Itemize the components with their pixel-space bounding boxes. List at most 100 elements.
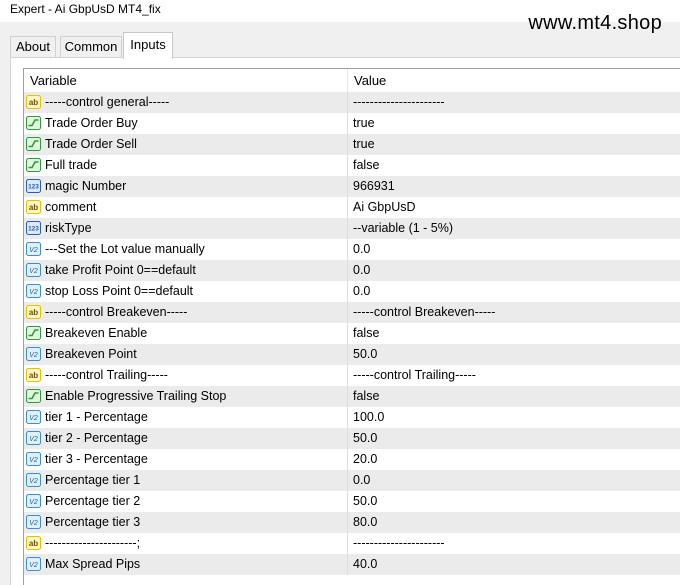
variable-name: Percentage tier 1 <box>45 473 141 487</box>
table-row[interactable]: ab comment Ai GbpUsD <box>24 197 680 218</box>
table-row[interactable]: ab -----control Trailing----- -----control… <box>24 365 680 386</box>
variable-cell: ab -----control Trailing----- <box>24 365 347 386</box>
svg-text:V2: V2 <box>29 352 38 359</box>
variable-cell: Trade Order Sell <box>24 134 347 155</box>
double-v2-icon: V2 <box>26 347 41 361</box>
table-row[interactable]: V2 Breakeven Point 50.0 <box>24 344 680 365</box>
column-divider[interactable] <box>347 69 348 92</box>
value-cell[interactable]: 0.0 <box>347 281 667 302</box>
svg-text:ab: ab <box>29 539 38 548</box>
double-v2-icon: V2 <box>26 494 41 508</box>
double-v2-icon: V2 <box>26 515 41 529</box>
variable-name: Breakeven Point <box>45 347 137 361</box>
table-row[interactable]: V2 tier 1 - Percentage 100.0 <box>24 407 680 428</box>
svg-text:ab: ab <box>29 371 38 380</box>
table-row[interactable]: V2 tier 3 - Percentage 20.0 <box>24 449 680 470</box>
value-cell[interactable]: true <box>347 134 667 155</box>
variable-cell: V2 Percentage tier 1 <box>24 470 347 491</box>
value-cell[interactable]: 0.0 <box>347 470 667 491</box>
value-cell[interactable]: 100.0 <box>347 407 667 428</box>
table-row[interactable]: V2 Max Spread Pips 40.0 <box>24 554 680 575</box>
svg-text:V2: V2 <box>29 247 38 254</box>
ab-string-icon: ab <box>26 536 41 550</box>
table-row[interactable]: 123 magic Number 966931 <box>24 176 680 197</box>
value-cell[interactable]: 50.0 <box>347 428 667 449</box>
variable-name: tier 1 - Percentage <box>45 410 148 424</box>
variable-cell: V2 Percentage tier 3 <box>24 512 347 533</box>
value-cell[interactable]: --variable (1 - 5%) <box>347 218 667 239</box>
table-row[interactable]: V2 ---Set the Lot value manually 0.0 <box>24 239 680 260</box>
table-row[interactable]: ab -----control general----- -------------… <box>24 92 680 113</box>
value-cell[interactable]: false <box>347 155 667 176</box>
value-cell[interactable]: 40.0 <box>347 554 667 575</box>
inputs-table: Variable Value ab -----control general---… <box>23 68 680 585</box>
table-row[interactable]: V2 take Profit Point 0==default 0.0 <box>24 260 680 281</box>
table-row[interactable]: Full trade false <box>24 155 680 176</box>
variable-name: Max Spread Pips <box>45 557 141 571</box>
column-header-value[interactable]: Value <box>354 69 386 92</box>
variable-name: tier 3 - Percentage <box>45 452 148 466</box>
value-cell[interactable]: 0.0 <box>347 239 667 260</box>
value-cell[interactable]: ---------------------- <box>347 533 667 554</box>
variable-name: ----------------------; <box>45 536 141 550</box>
table-row[interactable]: 123 riskType --variable (1 - 5%) <box>24 218 680 239</box>
value-cell[interactable]: -----control Trailing----- <box>347 365 667 386</box>
variable-cell: ab ----------------------; <box>24 533 347 554</box>
table-header: Variable Value <box>24 69 680 93</box>
svg-text:123: 123 <box>28 226 39 233</box>
variable-cell: Trade Order Buy <box>24 113 347 134</box>
variable-cell: V2 stop Loss Point 0==default <box>24 281 347 302</box>
value-cell[interactable]: 966931 <box>347 176 667 197</box>
value-cell[interactable]: 0.0 <box>347 260 667 281</box>
tab-inputs[interactable]: Inputs <box>123 32 173 59</box>
value-cell[interactable]: 80.0 <box>347 512 667 533</box>
variable-name: -----control Breakeven----- <box>45 305 188 319</box>
variable-name: take Profit Point 0==default <box>45 263 196 277</box>
value-cell[interactable]: 20.0 <box>347 449 667 470</box>
svg-text:ab: ab <box>29 203 38 212</box>
svg-text:V2: V2 <box>29 415 38 422</box>
svg-text:V2: V2 <box>29 520 38 527</box>
table-row[interactable]: Breakeven Enable false <box>24 323 680 344</box>
variable-cell: ab comment <box>24 197 347 218</box>
variable-name: stop Loss Point 0==default <box>45 284 194 298</box>
variable-cell: V2 Max Spread Pips <box>24 554 347 575</box>
value-cell[interactable]: 50.0 <box>347 491 667 512</box>
table-row[interactable]: Enable Progressive Trailing Stop false <box>24 386 680 407</box>
variable-name: -----control general----- <box>45 95 170 109</box>
table-row[interactable]: V2 Percentage tier 1 0.0 <box>24 470 680 491</box>
value-cell[interactable]: -----control Breakeven----- <box>347 302 667 323</box>
table-row[interactable]: Trade Order Buy true <box>24 113 680 134</box>
column-header-variable[interactable]: Variable <box>30 69 77 92</box>
table-row[interactable]: V2 Percentage tier 3 80.0 <box>24 512 680 533</box>
double-v2-icon: V2 <box>26 410 41 424</box>
value-cell[interactable]: true <box>347 113 667 134</box>
bool-icon <box>26 116 41 130</box>
table-body: ab -----control general----- -------------… <box>24 92 680 575</box>
variable-cell: V2 tier 1 - Percentage <box>24 407 347 428</box>
tab-about[interactable]: About <box>10 36 56 58</box>
value-cell[interactable]: ---------------------- <box>347 92 667 113</box>
tab-common[interactable]: Common <box>60 36 122 58</box>
value-cell[interactable]: false <box>347 386 667 407</box>
table-row[interactable]: Trade Order Sell true <box>24 134 680 155</box>
value-cell[interactable]: Ai GbpUsD <box>347 197 667 218</box>
double-v2-icon: V2 <box>26 242 41 256</box>
variable-cell: ab -----control Breakeven----- <box>24 302 347 323</box>
table-row[interactable]: ab ----------------------; ---------------… <box>24 533 680 554</box>
double-v2-icon: V2 <box>26 473 41 487</box>
value-cell[interactable]: 50.0 <box>347 344 667 365</box>
table-row[interactable]: V2 Percentage tier 2 50.0 <box>24 491 680 512</box>
svg-text:V2: V2 <box>29 436 38 443</box>
table-row[interactable]: ab -----control Breakeven----- -----contro… <box>24 302 680 323</box>
variable-cell: V2 Percentage tier 2 <box>24 491 347 512</box>
bool-icon <box>26 137 41 151</box>
value-cell[interactable]: false <box>347 323 667 344</box>
ab-string-icon: ab <box>26 305 41 319</box>
table-row[interactable]: V2 stop Loss Point 0==default 0.0 <box>24 281 680 302</box>
variable-name: tier 2 - Percentage <box>45 431 148 445</box>
double-v2-icon: V2 <box>26 263 41 277</box>
table-row[interactable]: V2 tier 2 - Percentage 50.0 <box>24 428 680 449</box>
svg-text:ab: ab <box>29 98 38 107</box>
svg-text:V2: V2 <box>29 562 38 569</box>
